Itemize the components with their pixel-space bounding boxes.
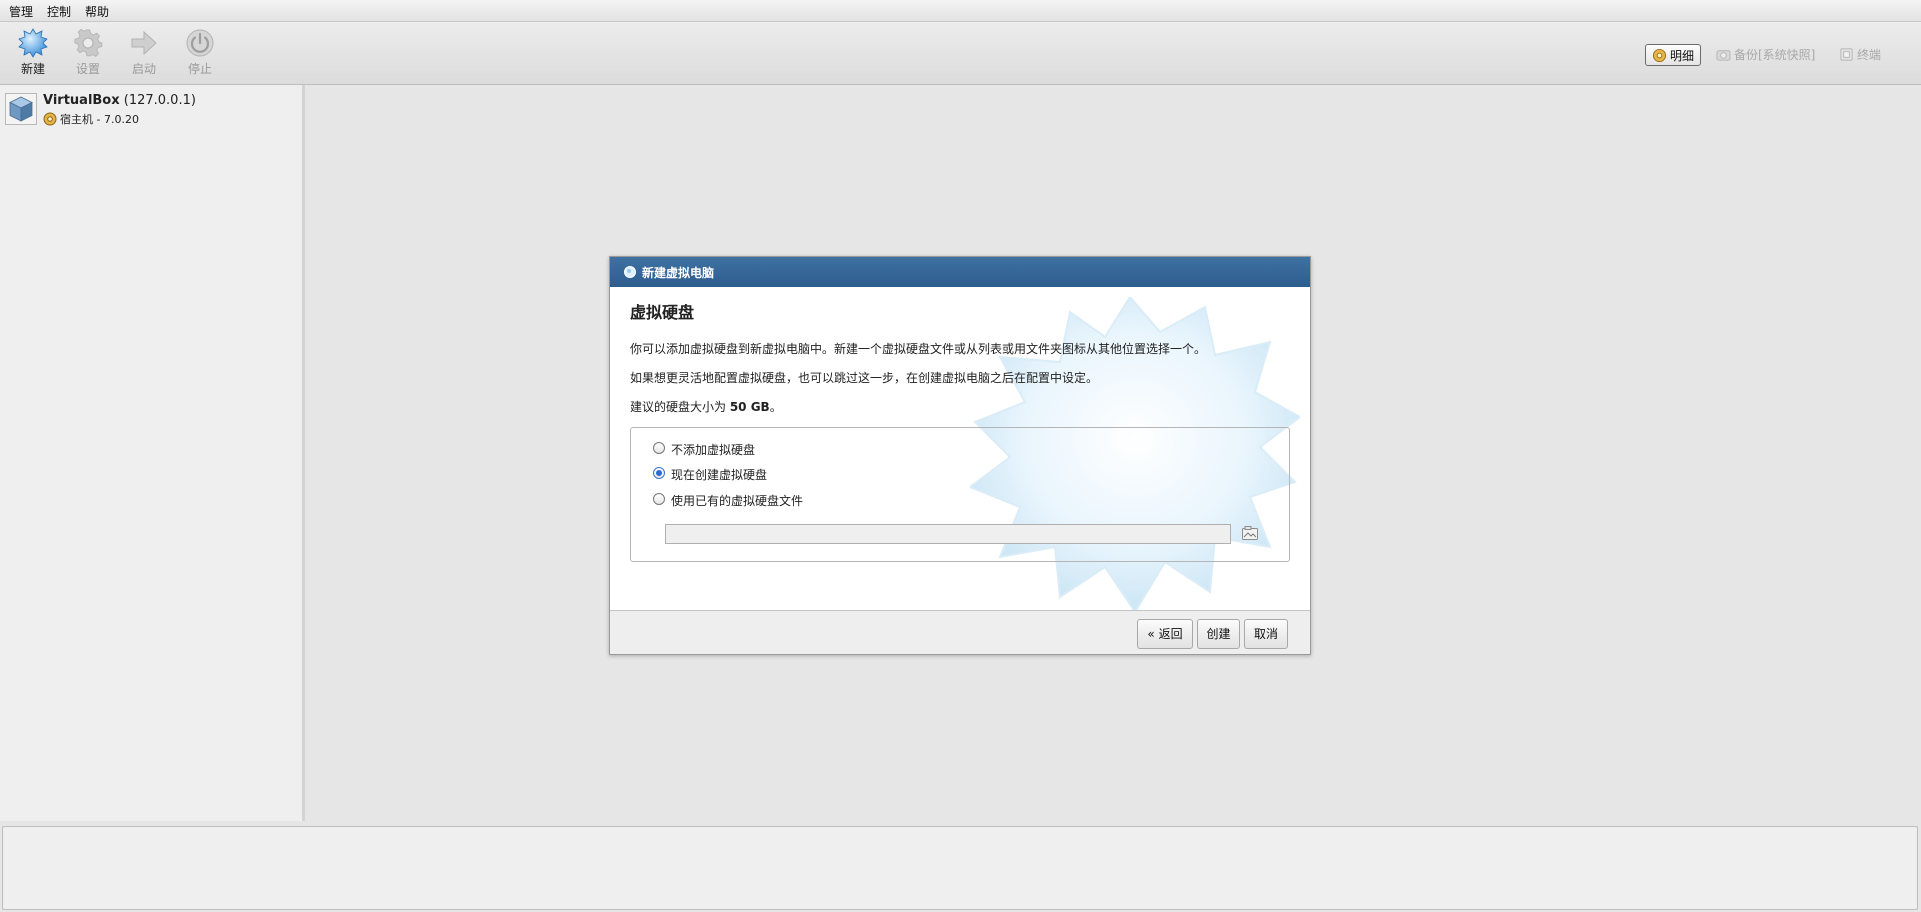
option-create-disk-label: 现在创建虚拟硬盘: [671, 468, 768, 482]
dialog-title: 新建虚拟电脑: [642, 266, 715, 280]
new-vm-button[interactable]: 新建: [8, 28, 58, 80]
terminal-view-label: 终端: [1857, 48, 1882, 62]
dialog-heading: 虚拟硬盘: [630, 303, 695, 322]
cancel-button[interactable]: 取消: [1244, 619, 1288, 649]
gear-icon: [74, 28, 103, 57]
radio-existing-disk[interactable]: [653, 493, 665, 505]
stop-button[interactable]: 停止: [175, 28, 225, 80]
vm-list-panel: VirtualBox (127.0.0.1) 宿主机 - 7.0.20: [0, 85, 305, 821]
menu-bar: 管理 控制 帮助: [0, 0, 1921, 22]
stop-label: 停止: [187, 62, 212, 76]
choose-disk-file-icon[interactable]: [1241, 525, 1259, 543]
dialog-title-icon: [624, 266, 636, 278]
start-button[interactable]: 启动: [119, 28, 169, 80]
new-vm-dialog: 新建虚拟电脑 虚拟硬盘 你可以添加虚拟硬盘到新虚拟电脑中。新建一个虚拟硬盘文件或…: [609, 256, 1311, 655]
settings-label: 设置: [75, 62, 100, 76]
menu-help[interactable]: 帮助: [85, 3, 109, 20]
new-vm-label: 新建: [20, 62, 45, 76]
snapshot-camera-icon: [1716, 50, 1731, 61]
start-label: 启动: [131, 62, 156, 76]
vm-list-item[interactable]: VirtualBox (127.0.0.1) 宿主机 - 7.0.20: [5, 93, 295, 127]
virtualbox-icon: [5, 93, 37, 125]
new-vm-icon: [18, 28, 48, 58]
create-button[interactable]: 创建: [1197, 619, 1240, 649]
details-view-button[interactable]: 明细: [1645, 44, 1702, 66]
power-icon: [186, 29, 214, 57]
radio-create-disk[interactable]: [653, 467, 665, 479]
vm-name: VirtualBox (127.0.0.1): [43, 93, 196, 108]
dialog-description-2: 如果想更灵活地配置虚拟硬盘，也可以跳过这一步，在创建虚拟电脑之后在配置中设定。: [630, 371, 1099, 385]
dialog-footer: « 返回 创建 取消: [610, 610, 1310, 654]
recommended-size-text: 建议的硬盘大小为 50 GB。: [630, 398, 782, 415]
dialog-description-1: 你可以添加虚拟硬盘到新虚拟电脑中。新建一个虚拟硬盘文件或从列表或用文件夹图标从其…: [630, 342, 1207, 356]
dialog-title-bar: 新建虚拟电脑: [610, 257, 1310, 287]
radio-no-disk[interactable]: [653, 442, 665, 454]
size-suffix: 。: [769, 400, 782, 414]
log-panel: [2, 826, 1918, 910]
option-existing-disk-label: 使用已有的虚拟硬盘文件: [671, 494, 804, 508]
vm-address: (127.0.0.1): [123, 93, 196, 108]
snapshot-view-label: 备份[系统快照]: [1734, 48, 1816, 62]
size-prefix: 建议的硬盘大小为: [630, 400, 730, 414]
host-gear-icon: [43, 112, 57, 126]
disk-options-group: 不添加虚拟硬盘 现在创建虚拟硬盘 使用已有的虚拟硬盘文件: [630, 427, 1290, 562]
size-value: 50 GB: [729, 400, 770, 414]
vm-name-text: VirtualBox: [43, 93, 120, 108]
toolbar: 新建 设置 启动 停止 明细 备份[系统快照] 终端: [0, 22, 1921, 85]
vm-subtitle-text: 宿主机 - 7.0.20: [60, 113, 139, 126]
option-no-disk-label: 不添加虚拟硬盘: [671, 443, 756, 457]
back-button[interactable]: « 返回: [1137, 619, 1193, 649]
details-view-label: 明细: [1670, 49, 1695, 63]
details-icon: [1652, 48, 1667, 63]
menu-manage[interactable]: 管理: [9, 3, 33, 20]
vm-subtitle: 宿主机 - 7.0.20: [43, 111, 139, 127]
snapshot-view-button[interactable]: 备份[系统快照]: [1710, 44, 1821, 66]
terminal-icon: [1840, 48, 1853, 61]
terminal-view-button[interactable]: 终端: [1833, 44, 1887, 66]
settings-button[interactable]: 设置: [63, 28, 113, 80]
start-arrow-icon: [131, 30, 157, 56]
existing-disk-file-select[interactable]: [665, 524, 1231, 544]
menu-control[interactable]: 控制: [47, 3, 71, 20]
